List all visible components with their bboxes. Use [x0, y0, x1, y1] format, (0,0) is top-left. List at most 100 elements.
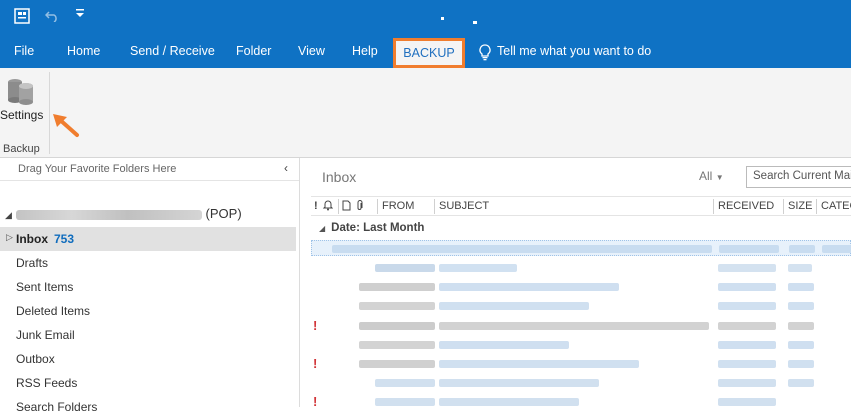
- ribbon-tabs: File Home Send / Receive Folder View Hel…: [0, 37, 851, 68]
- unread-count: 753: [54, 232, 75, 246]
- redacted-text: [359, 283, 435, 291]
- paperclip-icon[interactable]: [356, 200, 364, 214]
- message-row[interactable]: [311, 337, 851, 353]
- redacted-text: [359, 302, 435, 310]
- tab-backup[interactable]: BACKUP: [393, 38, 465, 68]
- redacted-text: [718, 302, 776, 310]
- chevron-left-icon[interactable]: ‹: [284, 161, 288, 175]
- database-icon: [6, 76, 36, 109]
- collapse-triangle-icon: ◢: [5, 210, 12, 220]
- redacted-text: [439, 322, 709, 330]
- tab-view[interactable]: View: [298, 37, 325, 68]
- filter-label: All: [699, 169, 713, 183]
- tab-file[interactable]: File: [14, 37, 34, 68]
- ribbon-group-label: Backup: [3, 143, 40, 155]
- tab-send-receive[interactable]: Send / Receive: [130, 37, 215, 68]
- filter-dropdown[interactable]: All ▼: [699, 169, 724, 183]
- tell-me-search[interactable]: Tell me what you want to do: [497, 37, 651, 68]
- account-header[interactable]: ◢ (POP): [5, 206, 242, 221]
- column-subject[interactable]: SUBJECT: [439, 200, 489, 212]
- redacted-text: [718, 283, 776, 291]
- redacted-text: [439, 379, 599, 387]
- expand-triangle-icon[interactable]: ▷: [6, 232, 13, 243]
- chevron-down-icon: ▼: [715, 173, 724, 182]
- group-label: Date: Last Month: [331, 222, 425, 234]
- folder-junk-email[interactable]: Junk Email: [16, 328, 75, 342]
- folder-deleted-items[interactable]: Deleted Items: [16, 304, 90, 318]
- redacted-text: [375, 379, 435, 387]
- folder-drafts[interactable]: Drafts: [16, 256, 48, 270]
- column-categories[interactable]: CATEG: [821, 200, 851, 212]
- title-mark: [473, 21, 477, 24]
- redacted-text: [375, 264, 435, 272]
- settings-button[interactable]: Settings: [0, 68, 48, 138]
- folder-label: Inbox: [16, 232, 48, 246]
- column-received[interactable]: RECEIVED: [718, 200, 774, 212]
- message-row[interactable]: [311, 240, 851, 256]
- column-separator: [816, 199, 817, 214]
- title-mark: [441, 17, 444, 20]
- message-row[interactable]: !: [311, 318, 851, 334]
- redacted-text: [789, 245, 815, 253]
- redacted-text: [359, 322, 435, 330]
- tab-help[interactable]: Help: [352, 37, 378, 68]
- message-row[interactable]: [311, 260, 851, 276]
- redacted-text: [788, 264, 812, 272]
- redacted-text: [788, 341, 814, 349]
- qat-dropdown-icon[interactable]: [76, 8, 84, 26]
- redacted-text: [359, 360, 435, 368]
- account-email-redacted: [15, 209, 202, 220]
- folder-sent-items[interactable]: Sent Items: [16, 280, 73, 294]
- outlook-app-icon[interactable]: [14, 8, 30, 28]
- message-row[interactable]: !: [311, 394, 851, 410]
- lightbulb-icon: [479, 44, 493, 62]
- redacted-text: [788, 322, 814, 330]
- title-bar: [0, 0, 851, 37]
- column-separator: [434, 199, 435, 214]
- redacted-text: [439, 398, 579, 406]
- folder-rss-feeds[interactable]: RSS Feeds: [16, 376, 77, 390]
- redacted-text: [718, 264, 776, 272]
- list-title: Inbox: [322, 169, 357, 185]
- message-row[interactable]: [311, 375, 851, 391]
- bell-icon[interactable]: [322, 200, 334, 214]
- tab-home[interactable]: Home: [67, 37, 100, 68]
- folder-inbox[interactable]: ▷ Inbox 753: [0, 227, 296, 251]
- column-size[interactable]: SIZE: [788, 200, 812, 212]
- redacted-text: [439, 302, 589, 310]
- high-importance-icon: !: [313, 318, 318, 333]
- column-header-row: ! FROM SUBJECT RECEIVED SIZE CATEG: [311, 196, 851, 216]
- redacted-text: [788, 360, 814, 368]
- redacted-text: [439, 264, 517, 272]
- folder-outbox[interactable]: Outbox: [16, 352, 55, 366]
- undo-icon[interactable]: [44, 8, 59, 26]
- arrow-annotation-icon: [50, 110, 80, 141]
- column-from[interactable]: FROM: [382, 200, 414, 212]
- folder-search-folders[interactable]: Search Folders: [16, 400, 97, 414]
- document-icon[interactable]: [342, 200, 351, 214]
- account-type: (POP): [205, 206, 242, 221]
- column-separator: [783, 199, 784, 214]
- message-list-pane: Inbox All ▼ Search Current Mailbox ! FRO…: [301, 158, 851, 410]
- redacted-text: [718, 341, 776, 349]
- redacted-text: [375, 398, 435, 406]
- redacted-text: [719, 245, 779, 253]
- redacted-text: [439, 341, 569, 349]
- column-separator: [713, 199, 714, 214]
- search-input[interactable]: Search Current Mailbox: [746, 166, 851, 188]
- message-row[interactable]: !: [311, 356, 851, 372]
- redacted-text: [788, 302, 814, 310]
- redacted-text: [718, 398, 776, 406]
- column-importance[interactable]: !: [314, 200, 318, 212]
- redacted-text: [788, 379, 814, 387]
- message-row[interactable]: [311, 279, 851, 295]
- collapse-triangle-icon: ◢: [319, 224, 326, 233]
- redacted-text: [359, 341, 435, 349]
- favorites-hint: Drag Your Favorite Folders Here: [18, 163, 177, 175]
- redacted-text: [332, 245, 712, 253]
- tab-folder[interactable]: Folder: [236, 37, 271, 68]
- date-group-header[interactable]: ◢ Date: Last Month: [319, 222, 424, 234]
- message-row[interactable]: [311, 298, 851, 314]
- redacted-text: [439, 360, 639, 368]
- redacted-text: [718, 360, 776, 368]
